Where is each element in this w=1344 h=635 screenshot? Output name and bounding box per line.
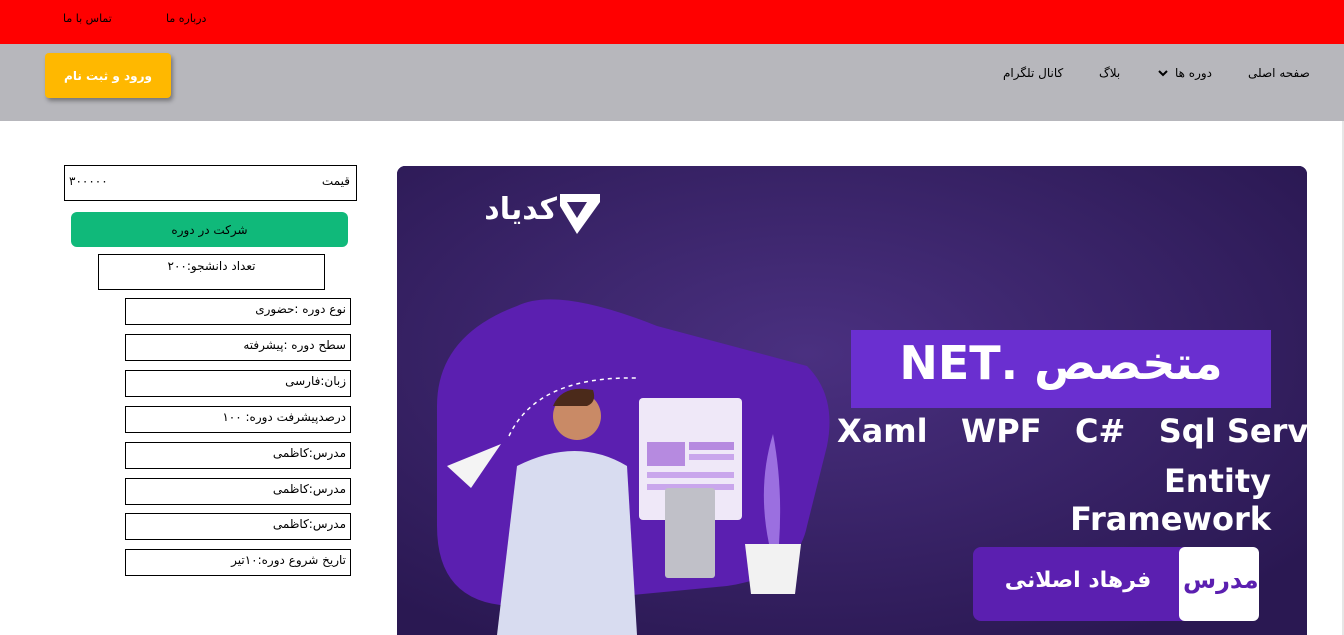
course-banner: کدیاد متخصص .NET Xaml WPF C# Sql Server … [397, 166, 1307, 635]
top-bar: درباره ما تماس با ما [0, 0, 1344, 44]
nav-blog[interactable]: بلاگ [1099, 66, 1120, 80]
teacher-name: فرهاد اصلانی [1004, 568, 1152, 593]
price-label: قیمت [321, 174, 350, 188]
nav-blog-label: بلاگ [1099, 66, 1121, 80]
course-type: نوع دوره :حضوری [125, 298, 351, 325]
nav-telegram-label: کانال تلگرام [1003, 66, 1064, 80]
course-teacher: مدرس:کاظمی [125, 442, 351, 469]
course-teacher: مدرس:کاظمی [125, 478, 351, 505]
nav-courses[interactable]: دوره ها [1157, 66, 1212, 80]
chevron-down-icon [1158, 70, 1168, 77]
banner-title: متخصص .NET [899, 336, 1223, 390]
course-level: سطح دوره :پیشرفته [125, 334, 351, 361]
course-start-date: تاریخ شروع دوره:۱۰تیر [125, 549, 351, 576]
teacher-label: مدرس [1183, 566, 1259, 594]
price-value: ۳۰۰۰۰۰ [69, 174, 108, 188]
banner-illustration [397, 166, 1307, 635]
login-register-button[interactable]: ورود و ثبت نام [45, 53, 171, 98]
enroll-button[interactable]: شرکت در دوره [71, 212, 348, 247]
main-nav: ورود و ثبت نام صفحه اصلی دوره ها بلاگ کا… [0, 44, 1344, 121]
about-link[interactable]: درباره ما [166, 12, 206, 25]
course-language: زبان:فارسی [125, 370, 351, 397]
banner-tech-line1: Xaml WPF C# Sql Server [837, 412, 1307, 450]
banner-tech-line2: Entity Framework [1070, 462, 1271, 538]
brand-name: کدیاد [484, 192, 557, 227]
nav-telegram[interactable]: کانال تلگرام [1003, 66, 1063, 80]
course-teacher: مدرس:کاظمی [125, 513, 351, 540]
price-box: قیمت ۳۰۰۰۰۰ [64, 165, 357, 201]
nav-home[interactable]: صفحه اصلی [1248, 66, 1310, 80]
course-progress: درصدپیشرفت دوره: ۱۰۰ [125, 406, 351, 433]
nav-courses-label: دوره ها [1175, 66, 1213, 80]
nav-home-label: صفحه اصلی [1248, 66, 1310, 80]
students-count: تعداد دانشجو:۲۰۰ [98, 254, 325, 290]
contact-link[interactable]: تماس با ما [63, 12, 112, 25]
